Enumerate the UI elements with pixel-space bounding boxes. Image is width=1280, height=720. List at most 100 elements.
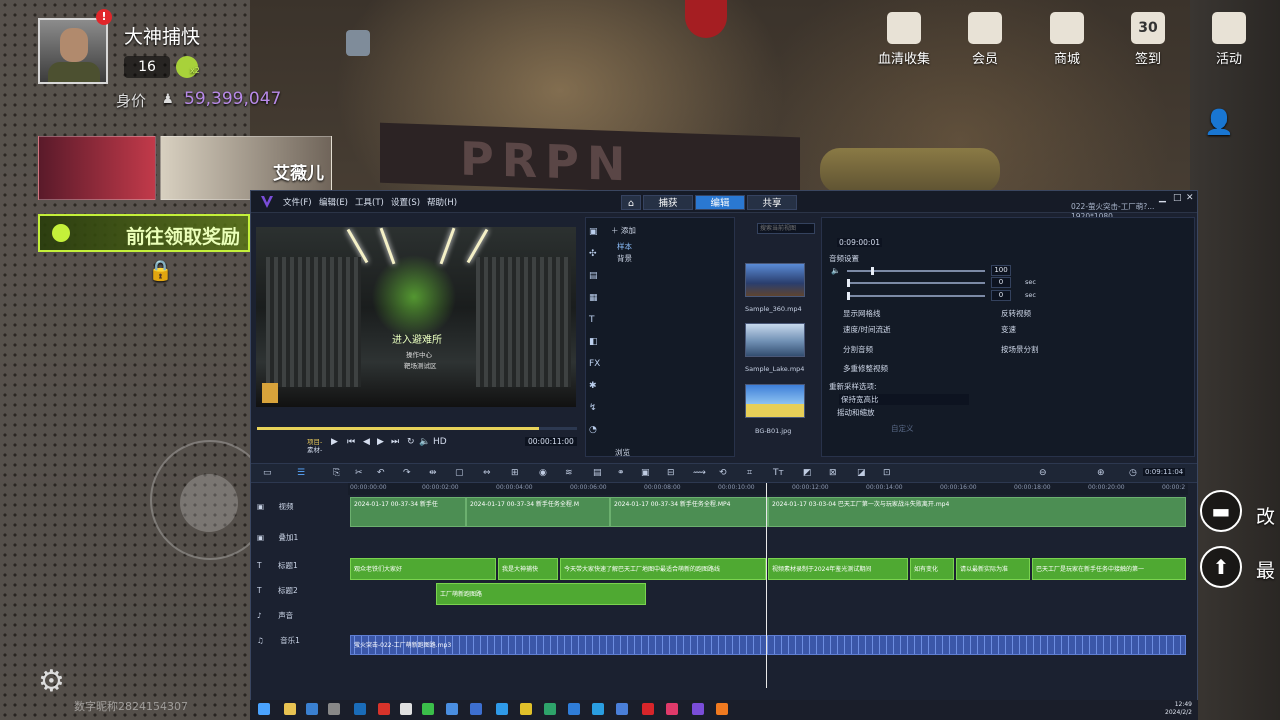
color-icon[interactable]: ◪ xyxy=(857,468,866,478)
app-icon[interactable] xyxy=(616,703,628,715)
event-button[interactable]: 活动 xyxy=(1194,12,1264,67)
app-icon[interactable] xyxy=(378,703,390,715)
speed-icon[interactable]: ◔ xyxy=(589,425,597,435)
fade-in-field[interactable]: 0 xyxy=(991,277,1011,288)
custom-button[interactable]: 自定义 xyxy=(891,423,914,434)
checkin-button[interactable]: 30 签到 xyxy=(1113,12,1183,67)
weapon-button[interactable]: ▬ xyxy=(1200,490,1242,532)
shop-button[interactable]: 商城 xyxy=(1032,12,1102,67)
timecode-display[interactable]: 00:00:11:00 xyxy=(525,437,577,446)
overlay-icon[interactable]: ◧ xyxy=(589,337,598,347)
media-icon[interactable]: ▣ xyxy=(589,227,598,237)
effects-icon[interactable]: ⊠ xyxy=(829,468,837,478)
reverse-video-option[interactable]: 反转视频 xyxy=(1001,308,1031,319)
fit-icon[interactable]: ▢ xyxy=(455,468,464,478)
settings-gear-icon[interactable]: ⚙ xyxy=(38,664,65,699)
playhead[interactable] xyxy=(766,483,767,688)
wechat-icon[interactable] xyxy=(422,703,434,715)
title2-clip[interactable]: 工厂萌新跑图路 xyxy=(436,583,646,605)
text-icon[interactable]: Tт xyxy=(773,468,784,478)
audio-mixer-icon[interactable]: ≋ xyxy=(565,468,573,478)
thumb-sample-360[interactable] xyxy=(745,263,805,297)
tab-capture[interactable]: 捕获 xyxy=(643,195,693,210)
volume-slider[interactable] xyxy=(847,267,985,275)
claim-reward-button[interactable]: 前往领取奖励 xyxy=(38,214,250,252)
pan-zoom-option[interactable]: 摇动和缩放 xyxy=(837,407,875,418)
multi-trim-option[interactable]: 多重修整视频 xyxy=(843,363,888,374)
track-header-title1[interactable]: T 标题1 xyxy=(251,560,348,571)
split-icon[interactable]: ⇔ xyxy=(483,468,491,478)
timeline-ruler[interactable]: 00:00:00:00 00:00:02:00 00:00:04:00 00:0… xyxy=(348,483,1188,495)
video-clip[interactable]: 2024-01-17 00-37-34 新手任务全程.MP4 xyxy=(610,497,768,527)
graphics-icon[interactable]: ▦ xyxy=(589,293,598,303)
app-icon[interactable] xyxy=(328,703,340,715)
play-icon[interactable]: ▶ xyxy=(331,437,338,447)
menu-edit[interactable]: 编辑(E) xyxy=(319,196,348,208)
tracking-icon[interactable]: ⊡ xyxy=(883,468,891,478)
to-start-icon[interactable]: ⏮ xyxy=(347,437,355,447)
home-tab[interactable]: ⌂ xyxy=(621,195,641,210)
character-card-1[interactable] xyxy=(38,136,156,200)
music-clip[interactable]: 萤火突击-022-工厂萌新跑图路.mp3 xyxy=(350,635,1186,655)
menu-help[interactable]: 帮助(H) xyxy=(427,196,457,208)
add-friend-icon[interactable]: 👤 xyxy=(1204,108,1234,136)
menu-settings[interactable]: 设置(S) xyxy=(391,196,420,208)
split-audio-option[interactable]: 分割音频 xyxy=(843,344,873,355)
volume-field[interactable]: 100 xyxy=(991,265,1011,276)
scissors-icon[interactable]: ✂ xyxy=(355,468,363,478)
app-icon[interactable] xyxy=(496,703,508,715)
timeline-view-icon[interactable]: ☰ xyxy=(297,468,305,478)
link-icon[interactable]: ⚭ xyxy=(617,468,625,478)
variable-speed-option[interactable]: 变速 xyxy=(1001,324,1016,335)
mask-icon[interactable]: ◩ xyxy=(803,468,812,478)
clip-mode-label[interactable]: 素材- xyxy=(307,444,322,454)
fx-icon[interactable]: FX xyxy=(589,359,600,369)
redo-icon[interactable]: ↷ xyxy=(403,468,411,478)
video-preview[interactable]: 进入避难所 操作中心 靶场测试区 xyxy=(256,227,576,407)
crop-icon[interactable]: ⌗ xyxy=(747,468,752,478)
library-search-input[interactable] xyxy=(757,223,815,234)
app-icon[interactable] xyxy=(470,703,482,715)
prev-frame-icon[interactable]: ◀ xyxy=(363,437,370,447)
thumb-sample-lake[interactable] xyxy=(745,323,805,357)
transition-icon[interactable]: ▤ xyxy=(589,271,598,281)
app-icon[interactable] xyxy=(520,703,532,715)
undo-icon[interactable]: ↶ xyxy=(377,468,385,478)
add-folder-button[interactable]: ＋ 添加 xyxy=(611,225,636,236)
title-clip[interactable]: 如有变化 xyxy=(910,558,954,580)
thumb-bg-b01[interactable] xyxy=(745,384,805,418)
start-icon[interactable] xyxy=(258,703,270,715)
player-avatar[interactable] xyxy=(38,18,108,84)
motion-icon[interactable]: ⟿ xyxy=(693,468,706,478)
editor-taskbar-icon[interactable] xyxy=(692,703,704,715)
library-item-background[interactable]: 背景 xyxy=(617,253,632,264)
fade-out-field[interactable]: 0 xyxy=(991,290,1011,301)
split-by-scene-option[interactable]: 按场景分割 xyxy=(1001,344,1039,355)
app-icon[interactable] xyxy=(642,703,654,715)
tab-edit[interactable]: 编辑 xyxy=(695,195,745,210)
volume-icon[interactable]: 🔈 xyxy=(419,437,430,447)
edge-icon[interactable] xyxy=(568,703,580,715)
track-header-video[interactable]: ▣ 视频 xyxy=(251,501,348,512)
copy-icon[interactable]: ⎘ xyxy=(333,468,340,478)
tab-share[interactable]: 共享 xyxy=(747,195,797,210)
loop-icon[interactable]: ⟲ xyxy=(719,468,727,478)
library-item-sample[interactable]: 样本 xyxy=(617,241,632,252)
video-clip[interactable]: 2024-01-17 00-37-34 新手任务全程.M xyxy=(466,497,610,527)
app-icon[interactable] xyxy=(446,703,458,715)
title-clip[interactable]: 今天带大家快速了解巴天工厂地图中最适合萌新的跑图路线 xyxy=(560,558,766,580)
title-icon[interactable]: T xyxy=(589,315,595,325)
title-clip[interactable]: 观众老铁们大家好 xyxy=(350,558,496,580)
path-icon[interactable]: ↯ xyxy=(589,403,597,413)
zoom-out-icon[interactable]: ⊖ xyxy=(1039,468,1047,478)
video-clip[interactable]: 2024-01-17 03-03-04 巴天工厂第一次与玩家战斗失败离开.mp4 xyxy=(768,497,1186,527)
to-end-icon[interactable]: ⏭ xyxy=(391,437,399,447)
app-icon[interactable] xyxy=(544,703,556,715)
record-icon[interactable]: ◉ xyxy=(539,468,547,478)
up-button[interactable]: ⬆ xyxy=(1200,546,1242,588)
serum-collect-button[interactable]: 血清收集 xyxy=(869,12,939,67)
storyboard-view-icon[interactable]: ▭ xyxy=(263,468,272,478)
subtitle-icon[interactable]: ▤ xyxy=(593,468,602,478)
title-clip[interactable]: 巴天工厂是玩家在新手任务中接触的第一 xyxy=(1032,558,1186,580)
resample-select[interactable]: 保持宽高比 xyxy=(839,394,969,405)
